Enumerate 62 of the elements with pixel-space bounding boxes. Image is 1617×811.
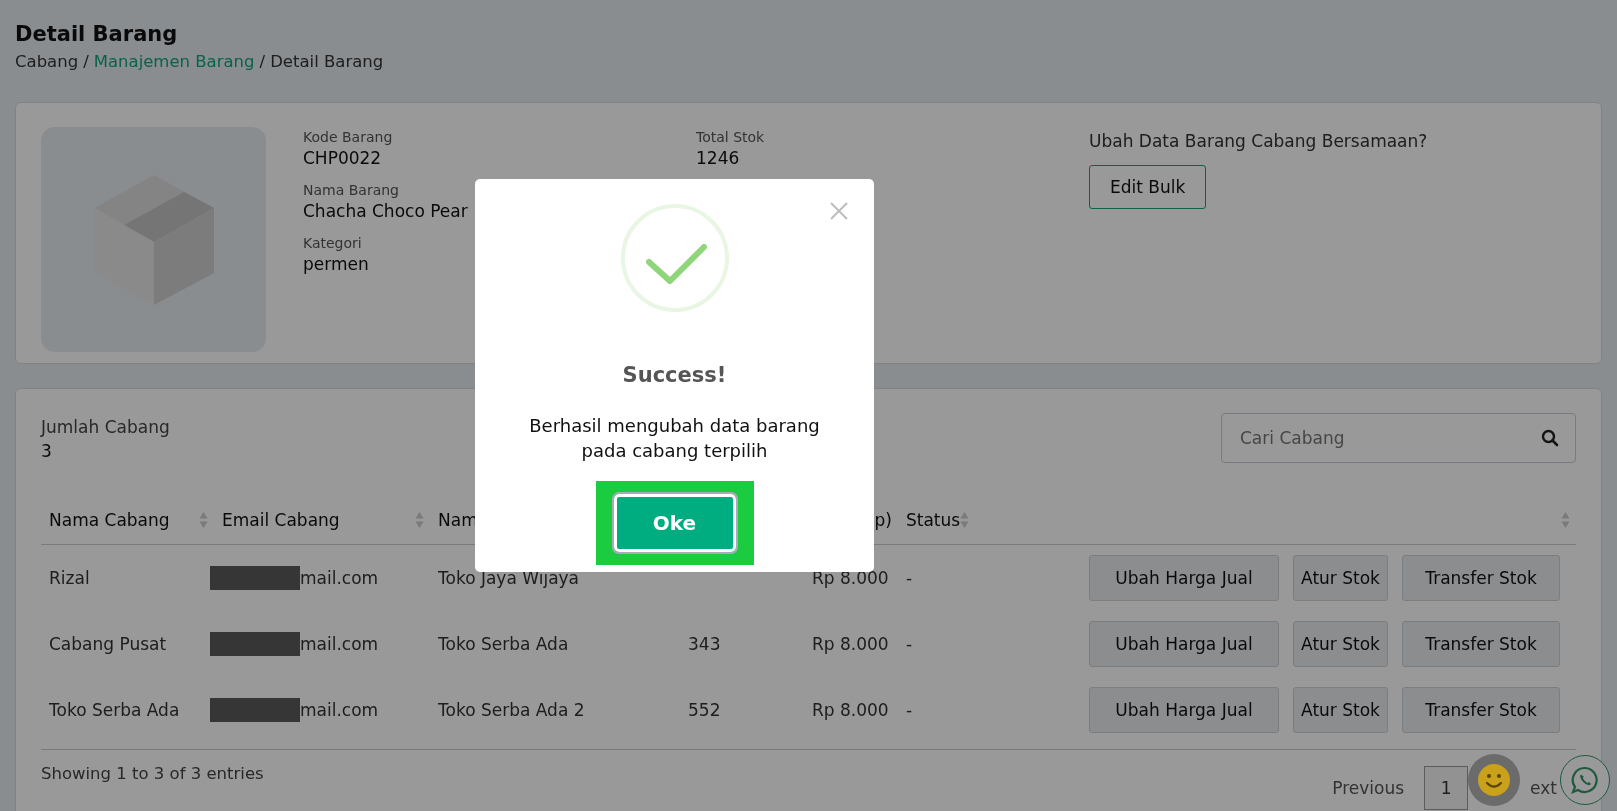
field-label: Kode Barang (303, 129, 394, 145)
table-cell: mail.com (300, 568, 379, 588)
action-button[interactable]: Atur Stok (1293, 687, 1388, 733)
column-header: Nama Cabang (49, 510, 170, 530)
action-button[interactable]: Atur Stok (1293, 555, 1388, 601)
sort-icon[interactable] (960, 511, 970, 529)
action-button[interactable]: Atur Stok (1293, 621, 1388, 667)
entries-info: Showing 1 to 3 of 3 entries (41, 764, 264, 785)
table-cell: 552 (688, 700, 721, 720)
table-cell: - (906, 634, 913, 654)
count-label: Jumlah Cabang (41, 417, 170, 437)
breadcrumb-item: Cabang (15, 52, 79, 71)
field-value: permen (303, 254, 370, 274)
dialog-message: Berhasil mengubah data barang pada cabang terpilih (528, 414, 821, 463)
field-value: Chacha Choco Pear (303, 201, 469, 221)
sort-icon[interactable] (199, 511, 208, 529)
action-button[interactable]: Transfer Stok (1402, 555, 1560, 601)
table-cell: mail.com (300, 700, 379, 720)
table-cell: Toko Serba Ada (438, 634, 569, 654)
action-button[interactable]: Transfer Stok (1402, 687, 1560, 733)
whatsapp-icon (1570, 765, 1600, 795)
bulk-prompt: Ubah Data Barang Cabang Bersamaan? (1089, 131, 1428, 151)
table-cell: 343 (688, 634, 721, 654)
table-cell: mail.com (300, 634, 379, 654)
breadcrumb-item: Detail Barang (270, 52, 384, 71)
table-cell: - (906, 700, 913, 720)
breadcrumb-separator: / (259, 52, 266, 71)
previous-link[interactable]: Previous (1332, 778, 1405, 798)
search-field[interactable]: Cari Cabang (1221, 413, 1576, 463)
next-link[interactable]: ext (1530, 778, 1557, 798)
field-label: Kategori (303, 235, 363, 251)
sort-icon[interactable] (1561, 511, 1570, 529)
column-header: p) (874, 510, 892, 530)
page-button[interactable]: 1 (1424, 766, 1469, 810)
action-button[interactable]: Ubah Harga Jual (1089, 555, 1279, 601)
smiley-icon (1477, 763, 1511, 797)
count-value: 3 (41, 441, 53, 461)
table-cell: - (906, 568, 913, 588)
action-button[interactable]: Transfer Stok (1402, 621, 1560, 667)
close-icon[interactable] (829, 201, 849, 221)
table-cell: Toko Serba Ada 2 (438, 700, 585, 720)
action-button[interactable]: Ubah Harga Jual (1089, 621, 1279, 667)
search-icon (1541, 429, 1559, 447)
field-label: Nama Barang (303, 182, 400, 198)
table-cell: Rp 8.000 (812, 634, 889, 654)
table-cell: Toko Serba Ada (49, 700, 180, 720)
action-button[interactable]: Ubah Harga Jual (1089, 687, 1279, 733)
sort-icon[interactable] (415, 511, 424, 529)
search-input[interactable]: Cari Cabang (1238, 427, 1533, 449)
field-label: Total Stok (696, 129, 766, 145)
column-header: Status (906, 510, 961, 530)
column-header: Email Cabang (222, 510, 340, 530)
field-value: 1246 (696, 148, 741, 168)
field-value: CHP0022 (303, 148, 383, 168)
dialog-title: Success! (622, 363, 727, 387)
checkmark-icon (619, 203, 730, 313)
page-title: Detail Barang (15, 22, 179, 46)
breadcrumb-separator: / (83, 52, 89, 71)
table-cell: Rp 8.000 (812, 700, 889, 720)
edit-bulk-button[interactable]: Edit Bulk (1089, 165, 1207, 209)
table-cell: Cabang Pusat (49, 634, 167, 654)
table-cell: Rizal (49, 568, 90, 588)
